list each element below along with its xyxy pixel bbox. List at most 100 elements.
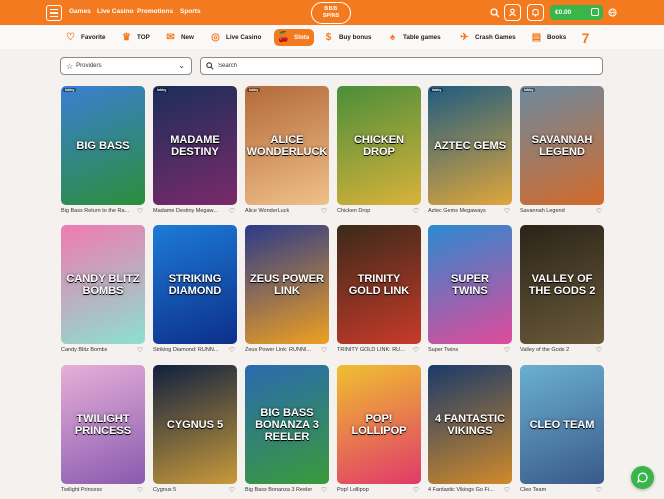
- game-tile[interactable]: POP! LOLLIPOP: [337, 365, 421, 484]
- favorite-heart-icon[interactable]: ♡: [596, 208, 602, 215]
- menu-icon[interactable]: [46, 5, 62, 21]
- megaphone-icon: ✉: [166, 32, 175, 43]
- game-name: Aztec Gems Megaways: [428, 208, 486, 214]
- providers-label: Providers: [76, 63, 102, 69]
- game-caption: Zeus Power Link: RUNNI... ♡: [245, 347, 329, 356]
- game-tile[interactable]: MADAME DESTINY lobby: [153, 86, 237, 205]
- game-caption: Big Bass Bonanza 3 Reeler ♡: [245, 487, 329, 496]
- category-table-games[interactable]: ♠ Table games: [385, 29, 441, 46]
- game-tile[interactable]: CYGNUS 5: [153, 365, 237, 484]
- category-buy-bonus[interactable]: $ Buy bonus: [321, 29, 372, 46]
- favorite-heart-icon[interactable]: ♡: [321, 487, 327, 494]
- category-sevens[interactable]: 7: [578, 29, 593, 46]
- game-name: Big Bass Return to the Ra...: [61, 208, 130, 214]
- search-bar[interactable]: [200, 57, 603, 75]
- search-icon[interactable]: [486, 4, 503, 21]
- top-navigation-bar: Games Live Casino Promotions Sports BBB …: [0, 0, 664, 25]
- bell-icon[interactable]: [527, 4, 544, 21]
- game-tile[interactable]: ALICE WONDERLUCK lobby: [245, 86, 329, 205]
- book-icon: ▤: [531, 32, 542, 43]
- favorite-heart-icon[interactable]: ♡: [229, 208, 235, 215]
- game-name: Striking Diamond: RUNN...: [153, 347, 219, 353]
- category-label: New: [181, 34, 194, 41]
- category-label: Books: [547, 34, 567, 41]
- game-caption: Cygnus 5 ♡: [153, 487, 237, 496]
- user-icon[interactable]: [504, 4, 521, 21]
- nav-games[interactable]: Games: [69, 8, 91, 15]
- game-art-title: CHICKEN DROP: [353, 133, 405, 158]
- game-art-title: AZTEC GEMS: [433, 139, 507, 152]
- category-books[interactable]: ▤ Books: [529, 29, 566, 46]
- wallet-icon: [591, 8, 599, 16]
- favorite-heart-icon[interactable]: ♡: [229, 487, 235, 494]
- game-tile[interactable]: ZEUS POWER LINK: [245, 225, 329, 344]
- game-badge: lobby: [430, 88, 444, 92]
- game-tile[interactable]: SUPER TWINS: [428, 225, 512, 344]
- game-caption: Twilight Princess ♡: [61, 487, 145, 496]
- favorite-heart-icon[interactable]: ♡: [321, 347, 327, 354]
- category-crash-games[interactable]: ✈ Crash Games: [457, 29, 515, 46]
- search-input[interactable]: [218, 63, 578, 69]
- favorite-heart-icon[interactable]: ♡: [413, 208, 419, 215]
- category-top[interactable]: ♛ TOP: [119, 29, 150, 46]
- game-tile[interactable]: TRINITY GOLD LINK: [337, 225, 421, 344]
- game-caption: Candy Blitz Bombs ♡: [61, 347, 145, 356]
- category-label: Slots: [294, 34, 310, 41]
- favorite-heart-icon[interactable]: ♡: [321, 208, 327, 215]
- game-name: Candy Blitz Bombs: [61, 347, 108, 353]
- game-tile[interactable]: STRIKING DIAMOND: [153, 225, 237, 344]
- wallet-balance-button[interactable]: €0.00: [550, 5, 603, 20]
- providers-dropdown[interactable]: ☆ Providers ⌄: [60, 57, 192, 75]
- seven-icon: 7: [581, 29, 590, 46]
- category-new[interactable]: ✉ New: [163, 29, 194, 46]
- favorite-heart-icon[interactable]: ♡: [596, 347, 602, 354]
- game-badge: lobby: [247, 88, 261, 92]
- game-tile[interactable]: TWILIGHT PRINCESS: [61, 365, 145, 484]
- game-art-title: STRIKING DIAMOND: [168, 272, 222, 297]
- game-caption: Pop! Lollipop ♡: [337, 487, 421, 496]
- favorite-heart-icon[interactable]: ♡: [137, 347, 143, 354]
- category-label: Buy bonus: [339, 34, 372, 41]
- nav-live-casino[interactable]: Live Casino: [97, 8, 133, 15]
- game-caption: Big Bass Return to the Ra... ♡: [61, 208, 145, 217]
- chat-support-button[interactable]: [631, 466, 654, 489]
- game-tile[interactable]: BIG BASS lobby: [61, 86, 145, 205]
- game-art-title: CLEO TEAM: [529, 418, 595, 431]
- game-tile[interactable]: CANDY BLITZ BOMBS: [61, 225, 145, 344]
- game-caption: Alice WonderLuck ♡: [245, 208, 329, 217]
- favorite-heart-icon[interactable]: ♡: [504, 487, 510, 494]
- favorite-heart-icon[interactable]: ♡: [596, 487, 602, 494]
- game-caption: TRINITY GOLD LINK: RU... ♡: [337, 347, 421, 356]
- logo-line2: SPINS: [322, 13, 340, 19]
- favorite-heart-icon[interactable]: ♡: [229, 347, 235, 354]
- favorite-heart-icon[interactable]: ♡: [504, 347, 510, 354]
- site-logo[interactable]: BBB SPINS: [311, 2, 351, 24]
- favorite-heart-icon[interactable]: ♡: [413, 487, 419, 494]
- favorite-heart-icon[interactable]: ♡: [137, 487, 143, 494]
- game-tile[interactable]: AZTEC GEMS lobby: [428, 86, 512, 205]
- plane-icon: ✈: [460, 32, 469, 43]
- game-name: Valley of the Gods 2: [520, 347, 570, 353]
- game-tile[interactable]: CHICKEN DROP: [337, 86, 421, 205]
- favorite-heart-icon[interactable]: ♡: [137, 208, 143, 215]
- favorite-heart-icon[interactable]: ♡: [504, 208, 510, 215]
- game-tile[interactable]: BIG BASS BONANZA 3 REELER: [245, 365, 329, 484]
- game-tile[interactable]: VALLEY OF THE GODS 2: [520, 225, 604, 344]
- category-label: Live Casino: [226, 34, 262, 41]
- nav-sports[interactable]: Sports: [180, 8, 201, 15]
- game-tile[interactable]: SAVANNAH LEGEND lobby: [520, 86, 604, 205]
- game-name: Cleo Team: [520, 487, 547, 493]
- category-live-casino[interactable]: ◎ Live Casino: [208, 29, 261, 46]
- game-tile[interactable]: 4 FANTASTIC VIKINGS: [428, 365, 512, 484]
- category-slots[interactable]: 🍒 Slots: [274, 29, 315, 46]
- game-tile[interactable]: CLEO TEAM: [520, 365, 604, 484]
- game-art-title: SUPER TWINS: [451, 272, 489, 297]
- nav-promotions[interactable]: Promotions: [137, 8, 173, 15]
- game-art-title: MADAME DESTINY: [170, 133, 220, 158]
- game-name: Alice WonderLuck: [245, 208, 290, 214]
- game-name: Pop! Lollipop: [337, 487, 369, 493]
- globe-icon[interactable]: [605, 4, 619, 21]
- favorite-heart-icon[interactable]: ♡: [413, 347, 419, 354]
- game-caption: 4 Fantastic Vikings Go Fi... ♡: [428, 487, 512, 496]
- category-favorite[interactable]: ♡ Favorite: [63, 29, 105, 46]
